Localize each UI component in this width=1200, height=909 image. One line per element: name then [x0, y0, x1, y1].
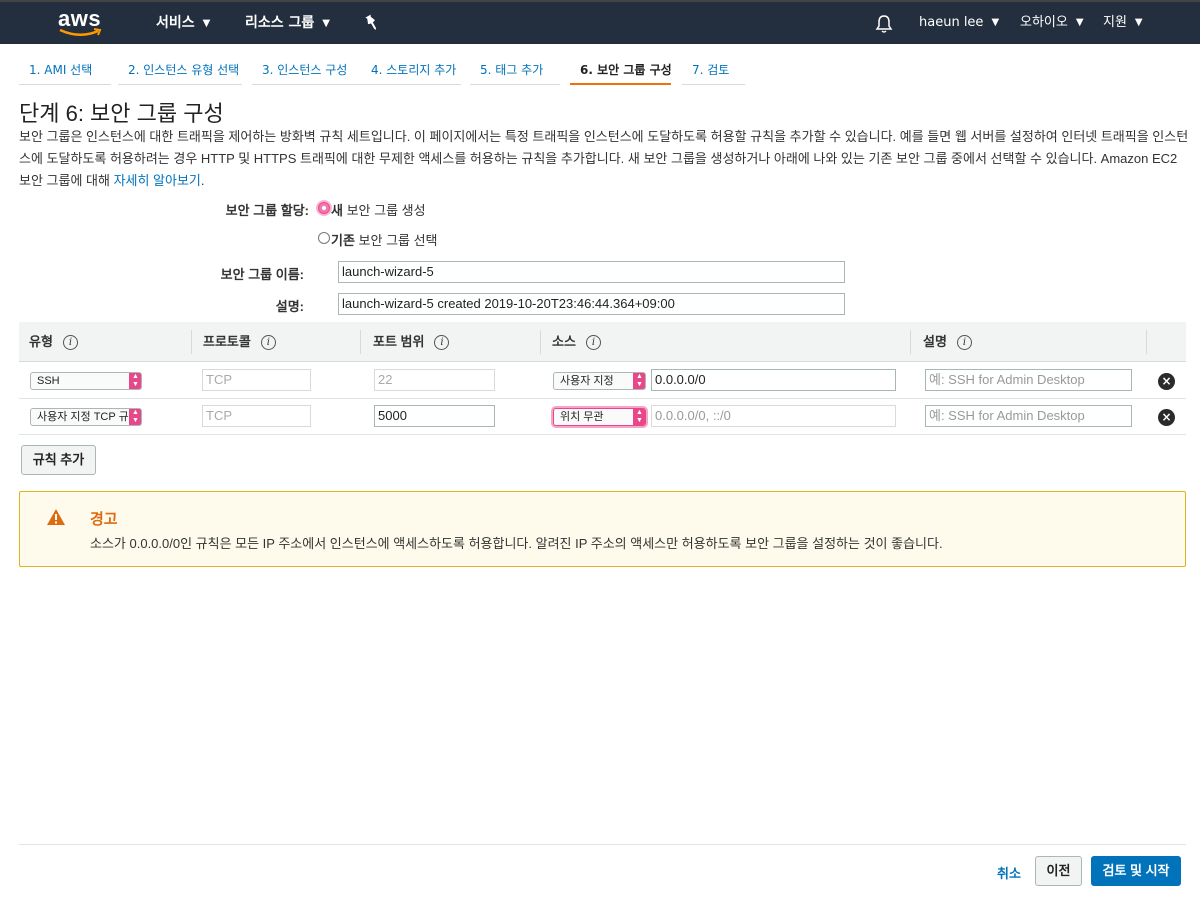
- info-icon[interactable]: i: [585, 335, 601, 351]
- header-protocol-label: 프로토콜: [203, 334, 251, 349]
- tab-configure-instance[interactable]: 3. 인스턴스 구성: [252, 56, 362, 85]
- aws-logo[interactable]: aws: [58, 8, 104, 40]
- radio-existing-group[interactable]: [318, 232, 330, 244]
- radio-existing-bold: 기존: [331, 233, 355, 248]
- warning-icon: [47, 509, 65, 525]
- row1-source-select[interactable]: 사용자 지정 ▲ ▼: [553, 372, 646, 390]
- row1-remove-icon[interactable]: ×: [1158, 373, 1175, 390]
- previous-button[interactable]: 이전: [1035, 856, 1082, 886]
- chevron-down-icon: ▼: [1134, 17, 1143, 28]
- radio-existing-rest: 보안 그룹 선택: [354, 233, 438, 248]
- row1-protocol-field: TCP: [202, 369, 311, 391]
- cancel-button[interactable]: 취소: [997, 863, 1021, 882]
- user-menu[interactable]: haeun lee ▼: [919, 2, 999, 44]
- aws-logo-text: aws: [58, 6, 102, 31]
- row1-source-input[interactable]: 0.0.0.0/0: [651, 369, 896, 391]
- page-description: 보안 그룹은 인스턴스에 대한 트래픽을 제어하는 방화벽 규칙 세트입니다. …: [19, 126, 1191, 192]
- select-arrows-icon: ▲ ▼: [129, 373, 141, 389]
- row2-type-value: 사용자 지정 TCP 규칙: [37, 411, 139, 423]
- name-label: 보안 그룹 이름:: [220, 267, 304, 282]
- header-port-label: 포트 범위: [373, 334, 425, 349]
- info-icon[interactable]: i: [62, 335, 78, 351]
- radio-new-label: 새 보안 그룹 생성: [331, 200, 426, 219]
- tab-add-tags[interactable]: 5. 태그 추가: [470, 56, 560, 85]
- row1-type-value: SSH: [37, 375, 60, 387]
- resource-groups-menu[interactable]: 리소스 그룹 ▼: [245, 2, 330, 44]
- row2-remove-icon[interactable]: ×: [1158, 409, 1175, 426]
- desc-label: 설명:: [275, 299, 304, 314]
- resource-groups-label: 리소스 그룹: [245, 15, 315, 31]
- row2-source-input: 0.0.0.0/0, ::/0: [651, 405, 896, 427]
- header-source: 소스 i: [552, 322, 601, 362]
- rules-table-header: 유형 i 프로토콜 i 포트 범위 i 소스 i 설명 i: [19, 322, 1186, 362]
- row1-source-type-value: 사용자 지정: [560, 375, 614, 387]
- row1-description-input[interactable]: 예: SSH for Admin Desktop: [925, 369, 1132, 391]
- header-type-label: 유형: [29, 334, 53, 349]
- aws-smile-icon: [59, 28, 102, 36]
- warning-text: 소스가 0.0.0.0/0인 규칙은 모든 IP 주소에서 인스턴스에 액세스하…: [90, 536, 943, 551]
- row1-type-select[interactable]: SSH ▲ ▼: [30, 372, 142, 390]
- radio-new-bold: 새: [331, 203, 343, 218]
- radio-new-group[interactable]: [318, 202, 330, 214]
- group-desc-input[interactable]: launch-wizard-5 created 2019-10-20T23:46…: [338, 293, 845, 315]
- bell-icon[interactable]: [874, 14, 894, 34]
- group-name-input[interactable]: launch-wizard-5: [338, 261, 845, 283]
- row2-source-type-value: 위치 무관: [560, 411, 604, 423]
- support-menu[interactable]: 지원 ▼: [1103, 2, 1143, 44]
- tab-ami[interactable]: 1. AMI 선택: [19, 56, 111, 85]
- radio-new-rest: 보안 그룹 생성: [342, 203, 426, 218]
- header-type: 유형 i: [29, 322, 78, 362]
- row2-description-input[interactable]: 예: SSH for Admin Desktop: [925, 405, 1132, 427]
- top-nav-bar: aws 서비스 ▼ 리소스 그룹 ▼ haeun lee ▼ 오하이오 ▼ 지원 ▼: [0, 0, 1200, 44]
- warning-alert: 경고 소스가 0.0.0.0/0인 규칙은 모든 IP 주소에서 인스턴스에 액…: [19, 491, 1186, 567]
- row2-port-input[interactable]: 5000: [374, 405, 495, 427]
- chevron-down-icon: ▼: [1075, 17, 1084, 28]
- column-divider: [191, 330, 192, 354]
- learn-more-link[interactable]: 자세히 알아보기: [114, 173, 201, 188]
- info-icon[interactable]: i: [956, 335, 972, 351]
- user-label: haeun lee: [919, 15, 984, 30]
- select-arrows-icon: ▲ ▼: [129, 409, 141, 425]
- info-icon[interactable]: i: [434, 335, 450, 351]
- row1-port-field: 22: [374, 369, 495, 391]
- tab-review[interactable]: 7. 검토: [682, 56, 745, 85]
- tab-security-group[interactable]: 6. 보안 그룹 구성: [570, 56, 672, 85]
- header-description: 설명 i: [923, 322, 972, 362]
- row2-protocol-field: TCP: [202, 405, 311, 427]
- row2-type-select[interactable]: 사용자 지정 TCP 규칙 ▲ ▼: [30, 408, 142, 426]
- chevron-down-icon: ▼: [322, 18, 330, 29]
- footer-divider: [19, 844, 1186, 845]
- tab-instance-type[interactable]: 2. 인스턴스 유형 선택: [118, 56, 242, 85]
- chevron-down-icon: ▼: [991, 17, 1000, 28]
- tab-add-storage[interactable]: 4. 스토리지 추가: [361, 56, 461, 85]
- support-label: 지원: [1103, 15, 1127, 30]
- add-rule-button[interactable]: 규칙 추가: [21, 445, 96, 475]
- chevron-down-icon: ▼: [202, 18, 211, 29]
- header-source-label: 소스: [552, 334, 576, 349]
- header-protocol: 프로토콜 i: [203, 322, 276, 362]
- page-title: 단계 6: 보안 그룹 구성: [19, 101, 224, 126]
- column-divider: [1146, 330, 1147, 354]
- pin-icon[interactable]: [364, 14, 380, 32]
- column-divider: [910, 330, 911, 354]
- services-menu[interactable]: 서비스 ▼: [156, 2, 210, 44]
- region-label: 오하이오: [1020, 15, 1068, 30]
- column-divider: [360, 330, 361, 354]
- select-arrows-icon: ▲ ▼: [633, 409, 645, 425]
- row2-source-select[interactable]: 위치 무관 ▲ ▼: [553, 408, 646, 426]
- row-divider: [19, 398, 1186, 399]
- region-menu[interactable]: 오하이오 ▼: [1020, 2, 1084, 44]
- row-divider: [19, 434, 1186, 435]
- assign-label: 보안 그룹 할당:: [225, 203, 309, 218]
- warning-title: 경고: [90, 511, 118, 528]
- header-port-range: 포트 범위 i: [373, 322, 450, 362]
- header-desc-label: 설명: [923, 334, 947, 349]
- review-launch-button[interactable]: 검토 및 시작: [1091, 856, 1181, 886]
- column-divider: [540, 330, 541, 354]
- info-icon[interactable]: i: [260, 335, 276, 351]
- radio-existing-label: 기존 보안 그룹 선택: [331, 230, 438, 249]
- services-label: 서비스: [156, 15, 195, 31]
- description-end: .: [200, 173, 205, 188]
- select-arrows-icon: ▲ ▼: [633, 373, 645, 389]
